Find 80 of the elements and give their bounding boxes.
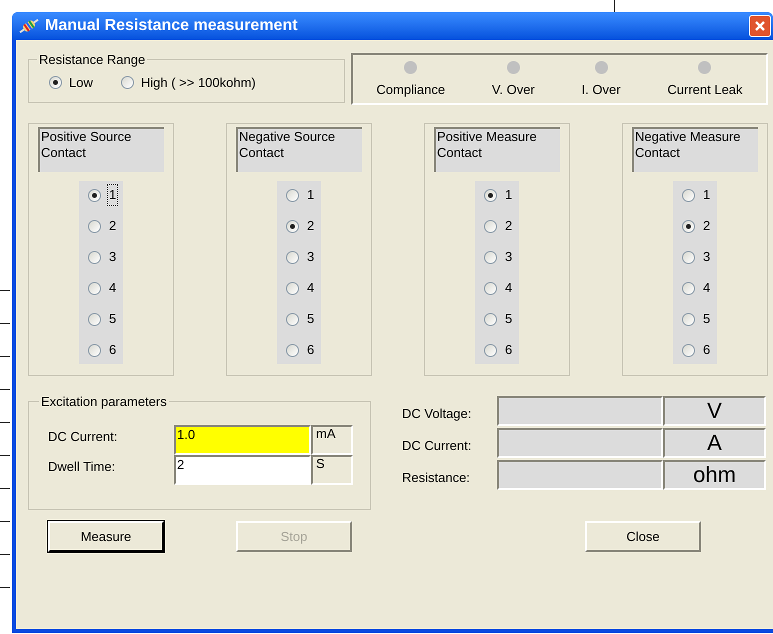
radio-button[interactable] (682, 188, 695, 202)
radio-button[interactable] (682, 312, 695, 326)
radio-button[interactable] (88, 344, 101, 356)
radio-button[interactable] (484, 312, 497, 326)
radio-button[interactable] (286, 250, 299, 264)
group-title: Negative Measure Contact (632, 127, 758, 172)
radio-button[interactable] (286, 312, 299, 326)
radio-label[interactable]: 2 (306, 216, 316, 236)
radio-label[interactable]: 3 (504, 247, 514, 267)
radio-button[interactable] (286, 282, 299, 294)
indicator-label: Current Leak (667, 81, 743, 99)
radio-button[interactable] (682, 220, 695, 232)
radio-button[interactable] (49, 76, 62, 89)
radio-button[interactable] (484, 344, 497, 356)
close-button[interactable] (749, 15, 771, 37)
radio-button[interactable] (88, 312, 101, 326)
radio-label[interactable]: 2 (108, 216, 118, 236)
input-field[interactable]: 1.0 (174, 424, 311, 454)
radio-label[interactable]: 1 (702, 185, 712, 205)
field-label: DC Current: (48, 428, 118, 446)
radio-label[interactable]: 3 (108, 247, 118, 267)
radio-button[interactable] (484, 188, 497, 202)
radio-label[interactable]: 1 (108, 185, 118, 205)
readout-label: DC Voltage: (402, 405, 472, 424)
radio-button[interactable] (682, 344, 695, 356)
group-title: Positive Source Contact (38, 127, 164, 172)
radio-label[interactable]: 5 (306, 309, 316, 329)
radio-label[interactable]: 1 (504, 185, 514, 205)
radio-button[interactable] (484, 282, 497, 294)
group-title: Positive Measure Contact (434, 127, 560, 172)
radio-button[interactable] (88, 282, 101, 294)
radio-label[interactable]: 3 (702, 247, 712, 267)
radio-label[interactable]: 5 (108, 309, 118, 329)
unit-label: S (311, 454, 353, 484)
radio-label[interactable]: 2 (504, 216, 514, 236)
radio-button[interactable] (120, 76, 134, 89)
radio-label[interactable]: 2 (702, 216, 712, 236)
radio-label[interactable]: 4 (108, 278, 118, 298)
radio-button[interactable] (286, 344, 299, 356)
radio-label[interactable]: 1 (306, 185, 316, 205)
radio-button[interactable] (88, 188, 101, 202)
radio-button[interactable] (286, 220, 299, 232)
radio-label[interactable]: 4 (702, 278, 712, 298)
unit-label: A (663, 428, 766, 458)
resistor-icon (18, 17, 40, 35)
dialog-button[interactable]: Measure (48, 521, 164, 552)
radio-label[interactable]: 4 (306, 278, 316, 298)
radio-label[interactable]: 6 (306, 340, 316, 360)
radio-label[interactable]: 6 (504, 340, 514, 360)
unit-label: mA (311, 424, 353, 454)
radio-button[interactable] (88, 250, 101, 264)
radio-button[interactable] (484, 250, 497, 264)
group-title: Resistance Range (38, 51, 146, 69)
radio-label[interactable]: 3 (306, 247, 316, 267)
field-label: Dwell Time: (48, 458, 116, 476)
radio-button[interactable] (286, 188, 299, 202)
radio-label[interactable]: 4 (504, 278, 514, 298)
group-title: Excitation parameters (40, 393, 168, 411)
radio-button[interactable] (682, 282, 695, 294)
group-title: Negative Source Contact (236, 127, 362, 172)
input-field[interactable]: 2 (174, 454, 311, 484)
radio-button[interactable] (682, 250, 695, 264)
radio-label[interactable]: 5 (702, 309, 712, 329)
radio-label[interactable]: Low (69, 72, 93, 92)
readout-label: DC Current: (402, 437, 472, 456)
radio-label[interactable]: 5 (504, 309, 514, 329)
radio-label[interactable]: High ( >> 100kohm) (140, 72, 256, 92)
indicator-label: V. Over (492, 81, 535, 99)
unit-label: V (663, 396, 766, 426)
unit-label: ohm (663, 460, 766, 490)
radio-label[interactable]: 6 (108, 340, 118, 360)
dialog-button[interactable]: Close (585, 521, 701, 552)
readout-label: Resistance: (402, 469, 471, 488)
window-title: Manual Resistance measurement (45, 16, 298, 36)
radio-button[interactable] (88, 220, 101, 232)
radio-button[interactable] (484, 220, 497, 232)
indicator-label: Compliance (376, 81, 446, 99)
radio-label[interactable]: 6 (702, 340, 712, 360)
close-icon (754, 20, 766, 32)
indicator-label: I. Over (582, 81, 621, 99)
